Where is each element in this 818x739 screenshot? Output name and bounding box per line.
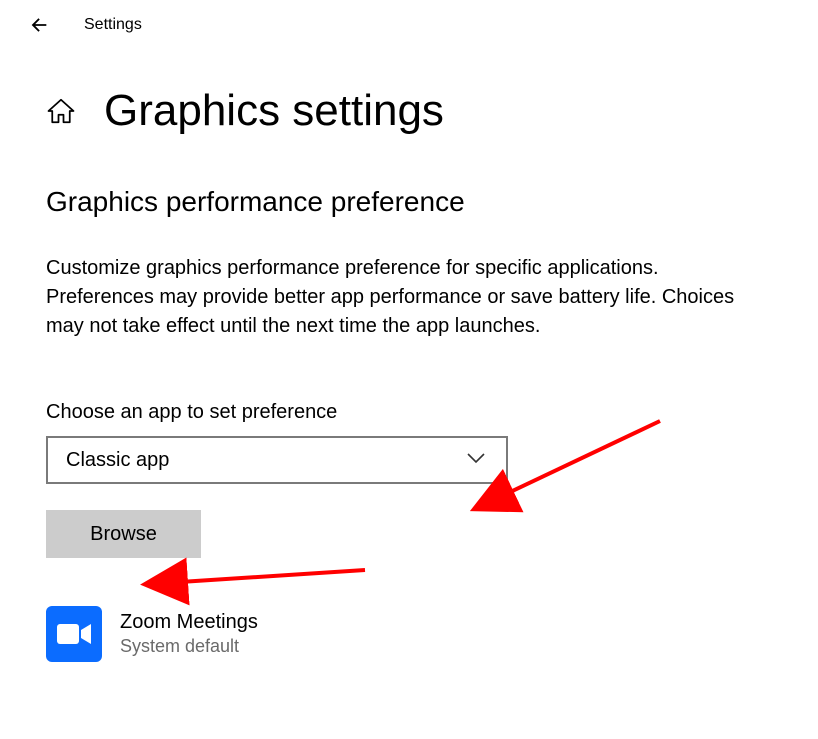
- app-type-dropdown[interactable]: Classic app: [46, 436, 508, 484]
- home-icon[interactable]: [46, 96, 76, 126]
- choose-app-label: Choose an app to set preference: [46, 401, 772, 424]
- section-title: Graphics performance preference: [46, 186, 772, 218]
- zoom-app-icon: [46, 606, 102, 662]
- chevron-down-icon: [466, 451, 486, 469]
- back-button[interactable]: [28, 14, 50, 36]
- description-text: Customize graphics performance preferenc…: [46, 254, 766, 341]
- arrow-left-icon: [28, 14, 50, 36]
- browse-button[interactable]: Browse: [46, 510, 201, 558]
- app-subtitle: System default: [120, 636, 258, 657]
- topbar: Settings: [0, 0, 818, 46]
- app-text: Zoom Meetings System default: [120, 611, 258, 657]
- page-header: Graphics settings: [0, 46, 818, 156]
- app-list-item[interactable]: Zoom Meetings System default: [46, 606, 772, 662]
- app-name: Zoom Meetings: [120, 611, 258, 634]
- settings-label: Settings: [84, 16, 142, 34]
- page-title: Graphics settings: [104, 86, 444, 136]
- dropdown-selected-value: Classic app: [66, 449, 169, 472]
- content-area: Graphics performance preference Customiz…: [0, 156, 818, 662]
